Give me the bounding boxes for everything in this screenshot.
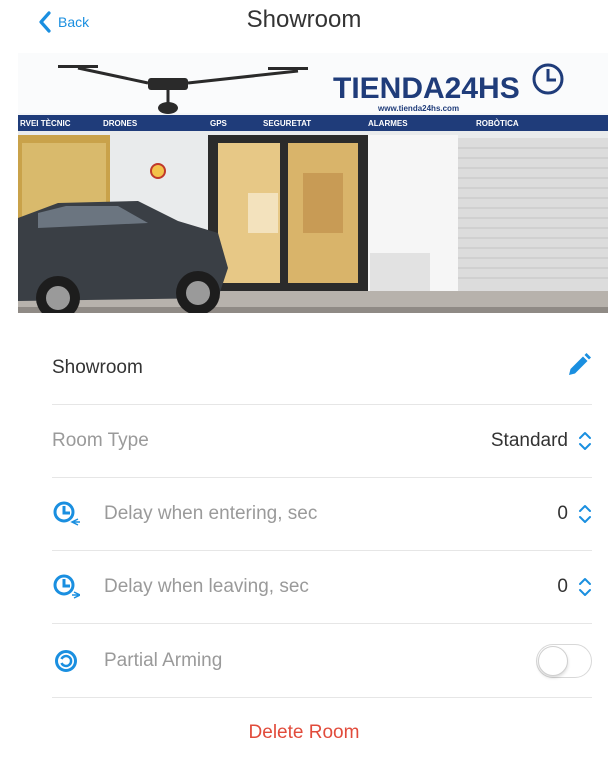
room-name: Showroom [52,357,143,378]
entry-delay-label: Delay when entering, sec [104,503,318,524]
delete-room-button[interactable]: Delete Room [0,722,608,744]
room-name-row[interactable]: Showroom [52,332,592,405]
sign-text: ROBÒTICA [476,119,519,128]
room-type-value: Standard [490,430,568,451]
store-url-text: www.tienda24hs.com [377,104,459,113]
sign-text: SEGURETAT [263,119,311,128]
edit-name-button[interactable] [566,352,592,384]
partial-arming-toggle[interactable] [536,644,592,678]
chevron-up-down-icon [578,577,592,597]
pencil-icon [566,352,592,384]
sign-text: ALARMES [368,119,408,128]
room-photo[interactable]: TIENDA24HS www.tienda24hs.com RVEI TÈCNI… [18,53,608,313]
chevron-up-down-icon [578,431,592,451]
partial-arming-label: Partial Arming [104,650,223,671]
page-title: Showroom [246,6,362,33]
chevron-up-down-icon [578,504,592,524]
exit-delay-row[interactable]: Delay when leaving, sec 0 [52,551,592,624]
room-type-label: Room Type [52,430,149,451]
room-type-select[interactable]: Standard [491,430,592,452]
entry-delay-row[interactable]: Delay when entering, sec 0 [52,478,592,551]
toggle-knob [538,646,568,676]
store-name-text: TIENDA24HS [333,72,520,105]
entry-delay-value: 0 [557,503,568,524]
exit-delay-stepper[interactable]: 0 [557,576,592,598]
sign-text: GPS [210,119,228,128]
sign-text: RVEI TÈCNIC [20,119,71,128]
entry-delay-stepper[interactable]: 0 [557,503,592,525]
exit-delay-value: 0 [557,576,568,597]
navigation-bar: Back Showroom [0,0,608,44]
sign-text: DRONES [103,119,138,128]
partial-arming-icon [52,647,80,675]
exit-delay-label: Delay when leaving, sec [104,576,309,597]
room-type-row[interactable]: Room Type Standard [52,405,592,478]
partial-arming-row[interactable]: Partial Arming [52,625,592,698]
clock-arrow-right-icon [52,573,80,601]
clock-arrow-left-icon [52,500,80,528]
